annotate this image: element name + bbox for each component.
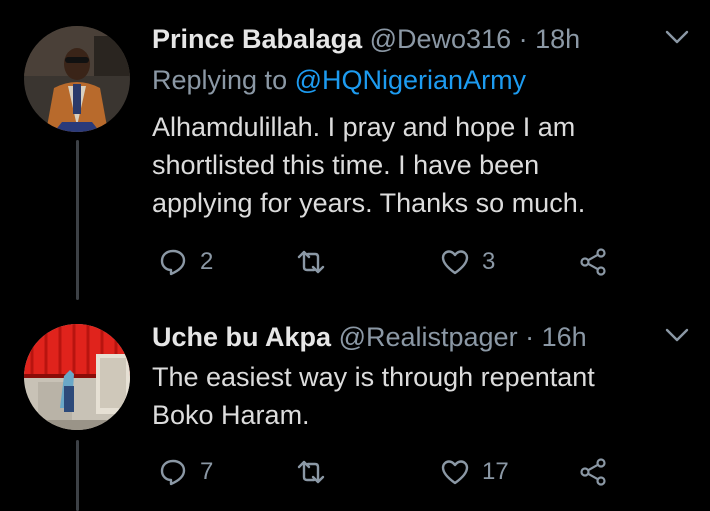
tweet-text: The easiest way is through repentant Bok… bbox=[152, 358, 692, 434]
heart-icon bbox=[440, 247, 470, 277]
thread-line bbox=[76, 440, 79, 511]
tweet-text-line: applying for years. Thanks so much. bbox=[152, 188, 586, 218]
action-bar: 7 17 bbox=[152, 452, 672, 492]
retweet-icon bbox=[296, 457, 326, 487]
like-button[interactable]: 3 bbox=[440, 242, 495, 282]
retweet-button[interactable] bbox=[296, 242, 338, 282]
tweet-text-line: shortlisted this time. I have been bbox=[152, 150, 540, 180]
separator: · bbox=[525, 322, 535, 352]
tweet-header: Prince Babalaga @Dewo316 · 18h bbox=[152, 22, 580, 56]
author-name[interactable]: Prince Babalaga bbox=[152, 24, 362, 54]
share-button[interactable] bbox=[578, 452, 608, 492]
mention-link[interactable]: @HQNigerianArmy bbox=[295, 65, 526, 95]
thread-line bbox=[76, 140, 79, 300]
reply-icon bbox=[158, 457, 188, 487]
like-button[interactable]: 17 bbox=[440, 452, 509, 492]
reply-icon bbox=[158, 247, 188, 277]
share-icon bbox=[578, 457, 608, 487]
tweet-text-line: The easiest way is through repentant bbox=[152, 362, 595, 392]
avatar[interactable] bbox=[24, 26, 130, 132]
reply-count: 7 bbox=[200, 458, 214, 485]
replying-label: Replying to bbox=[152, 65, 288, 95]
heart-icon bbox=[440, 457, 470, 487]
avatar[interactable] bbox=[24, 324, 130, 430]
reply-count: 2 bbox=[200, 248, 214, 275]
replying-to: Replying to @HQNigerianArmy bbox=[152, 62, 526, 98]
reply-button[interactable]: 7 bbox=[158, 452, 213, 492]
author-name[interactable]: Uche bu Akpa bbox=[152, 322, 331, 352]
tweet[interactable]: Prince Babalaga @Dewo316 · 18h Replying … bbox=[0, 0, 710, 300]
chevron-down-icon[interactable] bbox=[664, 326, 690, 346]
share-button[interactable] bbox=[578, 242, 608, 282]
chevron-down-icon[interactable] bbox=[664, 28, 690, 48]
like-count: 17 bbox=[482, 458, 509, 485]
timestamp[interactable]: 16h bbox=[542, 322, 587, 352]
action-bar: 2 3 bbox=[152, 242, 672, 282]
tweet-text-line: Boko Haram. bbox=[152, 400, 310, 430]
tweet[interactable]: Uche bu Akpa @Realistpager · 16h The eas… bbox=[0, 300, 710, 511]
separator: · bbox=[518, 24, 528, 54]
like-count: 3 bbox=[482, 248, 496, 275]
author-handle[interactable]: @Dewo316 bbox=[370, 24, 512, 54]
timestamp[interactable]: 18h bbox=[535, 24, 580, 54]
tweet-text: Alhamdulillah. I pray and hope I am shor… bbox=[152, 108, 692, 222]
reply-button[interactable]: 2 bbox=[158, 242, 213, 282]
share-icon bbox=[578, 247, 608, 277]
tweet-text-line: Alhamdulillah. I pray and hope I am bbox=[152, 112, 576, 142]
retweet-icon bbox=[296, 247, 326, 277]
retweet-button[interactable] bbox=[296, 452, 338, 492]
tweet-header: Uche bu Akpa @Realistpager · 16h bbox=[152, 320, 587, 354]
author-handle[interactable]: @Realistpager bbox=[339, 322, 518, 352]
